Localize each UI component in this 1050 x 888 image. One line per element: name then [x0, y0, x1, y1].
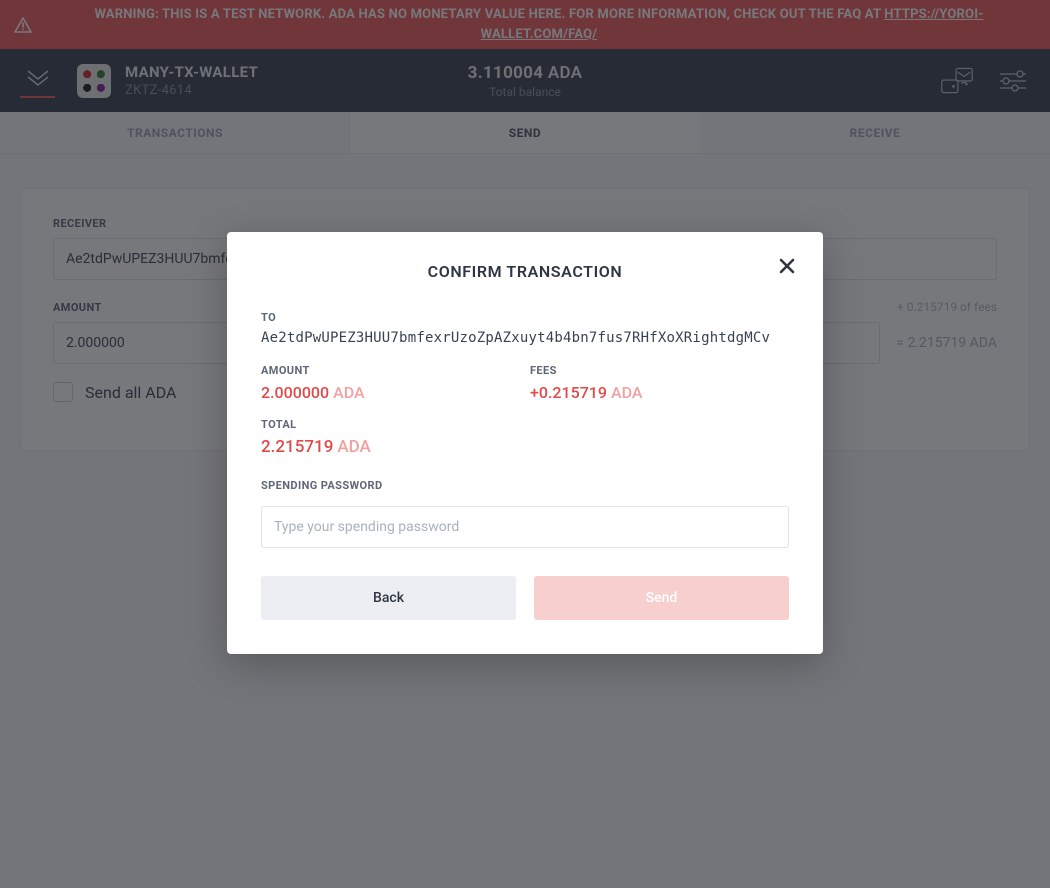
- modal-to-label: TO: [261, 311, 789, 324]
- spending-password-input[interactable]: [261, 506, 789, 548]
- modal-title: CONFIRM TRANSACTION: [261, 262, 789, 281]
- modal-to-address: Ae2tdPwUPEZ3HUU7bmfexrUzoZpAZxuyt4b4bn7f…: [261, 330, 789, 346]
- spending-password-label: SPENDING PASSWORD: [261, 479, 789, 492]
- modal-amount-value: 2.000000ADA: [261, 383, 520, 402]
- back-button[interactable]: Back: [261, 576, 516, 620]
- modal-overlay[interactable]: CONFIRM TRANSACTION TO Ae2tdPwUPEZ3HUU7b…: [0, 0, 1050, 888]
- modal-total-label: TOTAL: [261, 418, 789, 431]
- modal-fees-label: FEES: [530, 364, 789, 377]
- close-icon[interactable]: [773, 252, 801, 280]
- send-button[interactable]: Send: [534, 576, 789, 620]
- modal-total-value: 2.215719ADA: [261, 437, 789, 457]
- modal-fees-value: +0.215719ADA: [530, 383, 789, 402]
- confirm-transaction-modal: CONFIRM TRANSACTION TO Ae2tdPwUPEZ3HUU7b…: [227, 232, 823, 654]
- modal-amount-label: AMOUNT: [261, 364, 520, 377]
